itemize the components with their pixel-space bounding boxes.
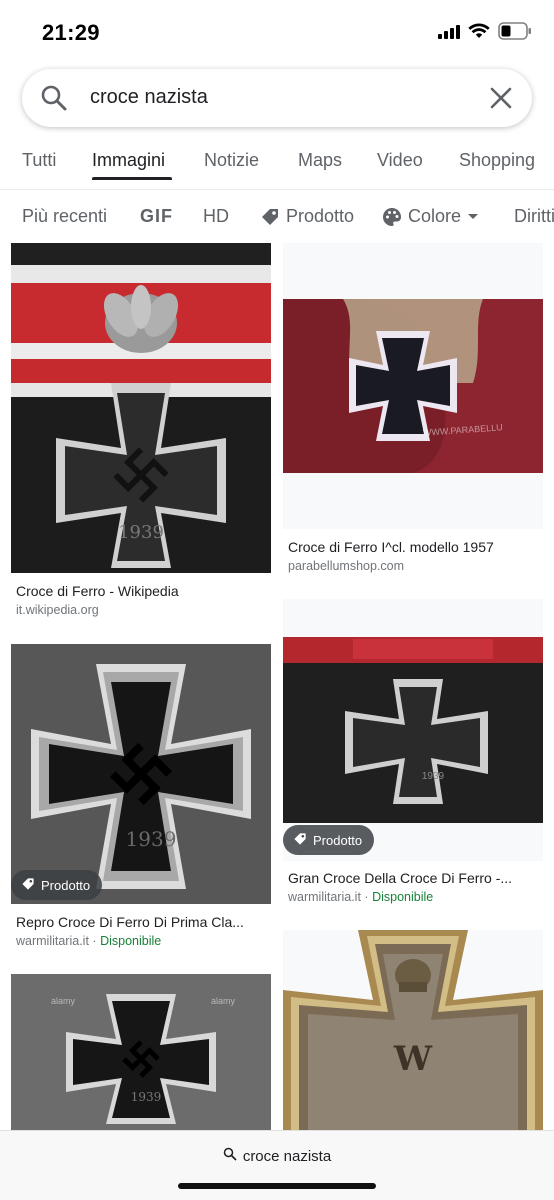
result-1-year: 1939 (118, 522, 164, 543)
result-4-source: warmilitaria.it · Disponibile (288, 890, 434, 904)
result-1-title[interactable]: Croce di Ferro - Wikipedia (16, 583, 271, 599)
result-6-letter: W (393, 1039, 433, 1079)
palette-icon (382, 207, 402, 227)
result-4-year: 1939 (422, 771, 445, 782)
home-indicator[interactable] (178, 1183, 376, 1189)
result-4-title[interactable]: Gran Croce Della Croce Di Ferro -... (288, 870, 538, 886)
bottom-search-query: croce nazista (242, 1147, 332, 1165)
result-2-image[interactable]: WWW.PARABELLU (283, 243, 543, 529)
image-result-1[interactable]: 1939 Croce di Ferro - Wikipedia it.wikip… (11, 243, 271, 623)
result-2-source-site: parabellumshop.com (288, 559, 405, 573)
image-result-5[interactable]: 1939 alamy alamy (11, 974, 271, 1130)
filter-gif[interactable]: GIF (140, 206, 173, 227)
search-input[interactable]: croce nazista (90, 86, 208, 109)
result-2-title[interactable]: Croce di Ferro I^cl. modello 1957 (288, 539, 543, 555)
image-result-2[interactable]: WWW.PARABELLU Croce di Ferro I^cl. model… (283, 243, 543, 583)
filter-hd[interactable]: HD (203, 206, 229, 227)
filter-chips: Più recenti GIF HD Prodotto Colore Dirit… (0, 196, 554, 240)
result-4-source-site: warmilitaria.it (288, 890, 361, 904)
cellular-signal-icon (438, 23, 460, 39)
filter-recent-label: Più recenti (22, 206, 108, 226)
result-3-title[interactable]: Repro Croce Di Ferro Di Prima Cla... (16, 914, 271, 930)
tab-immagini[interactable]: Immagini (92, 150, 165, 171)
result-2-source: parabellumshop.com (288, 559, 404, 573)
result-1-source-site: it.wikipedia.org (16, 603, 99, 617)
image-result-4[interactable]: 1939 Prodotto Gran Croce Della Croce Di … (283, 599, 543, 909)
product-badge-label: Prodotto (313, 832, 363, 848)
bottom-search-pill[interactable]: croce nazista (0, 1147, 554, 1165)
result-5-watermark: alamy (51, 996, 76, 1006)
filter-rights-label: Diritti (514, 206, 554, 226)
clear-search-icon[interactable] (488, 85, 514, 116)
result-5-year: 1939 (131, 1090, 162, 1104)
result-3-source-site: warmilitaria.it (16, 934, 89, 948)
search-icon (223, 1147, 237, 1165)
status-time: 21:29 (42, 20, 100, 45)
tab-shopping[interactable]: Shopping (459, 150, 535, 171)
chevron-down-icon (467, 213, 479, 221)
tab-notizie[interactable]: Notizie (204, 150, 259, 171)
tag-icon (21, 877, 35, 894)
filter-recent[interactable]: Più recenti (22, 206, 107, 227)
search-tabs: Tutti Immagini Notizie Maps Video Shoppi… (0, 138, 554, 190)
active-tab-indicator (92, 177, 172, 180)
image-result-6[interactable]: W (283, 930, 543, 1130)
result-3-availability: Disponibile (100, 934, 162, 948)
product-badge: Prodotto (283, 825, 375, 855)
result-1-source: it.wikipedia.org (16, 603, 99, 617)
search-box[interactable]: croce nazista (22, 69, 532, 127)
bottom-url-bar[interactable]: croce nazista (0, 1130, 554, 1200)
filter-color-label: Colore (408, 206, 462, 226)
result-1-image[interactable]: 1939 (11, 243, 271, 573)
result-3-image[interactable]: 1939 (11, 644, 271, 904)
filter-product[interactable]: Prodotto (260, 206, 354, 227)
result-5-image[interactable]: 1939 alamy alamy (11, 974, 271, 1130)
status-icons (438, 22, 532, 40)
battery-icon (498, 22, 532, 40)
filter-product-label: Prodotto (286, 206, 355, 226)
tab-maps[interactable]: Maps (298, 150, 342, 171)
filter-hd-label: HD (203, 206, 229, 226)
search-icon[interactable] (40, 84, 68, 117)
wifi-icon (468, 23, 490, 39)
filter-color[interactable]: Colore (382, 206, 479, 227)
result-3-year: 1939 (126, 827, 177, 851)
tag-icon (293, 832, 307, 849)
result-4-availability: Disponibile (372, 890, 434, 904)
image-result-3[interactable]: 1939 Prodotto Repro Croce Di Ferro Di Pr… (11, 644, 271, 954)
tab-tutti[interactable]: Tutti (22, 150, 56, 171)
product-badge-label: Prodotto (41, 877, 91, 893)
result-5-watermark-2: alamy (211, 996, 236, 1006)
filter-rights[interactable]: Diritti (514, 206, 554, 227)
tab-video[interactable]: Video (377, 150, 423, 171)
result-6-image[interactable]: W (283, 930, 543, 1130)
product-badge: Prodotto (11, 870, 103, 900)
result-4-image[interactable]: 1939 (283, 599, 543, 861)
result-3-source: warmilitaria.it · Disponibile (16, 934, 162, 948)
tag-icon (260, 207, 280, 227)
status-bar: 21:29 (0, 0, 554, 62)
filter-gif-label: GIF (140, 206, 173, 226)
